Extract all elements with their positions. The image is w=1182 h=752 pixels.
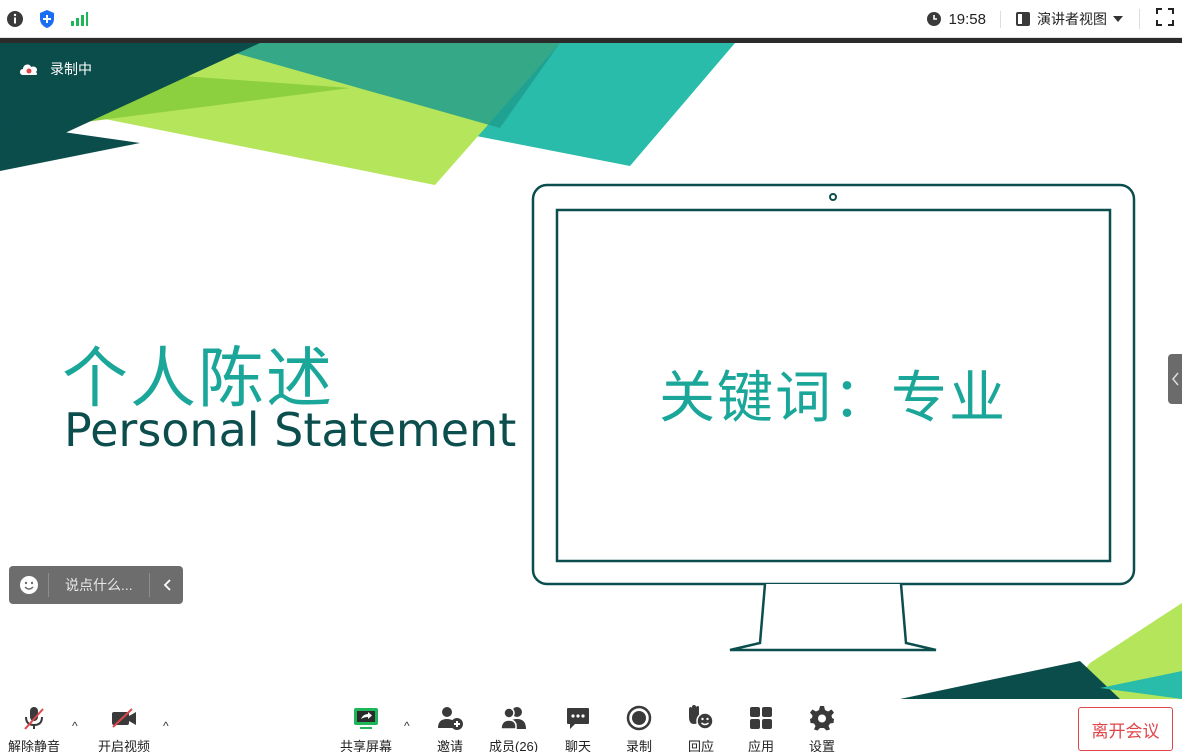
- cloud-record-icon: [20, 64, 38, 75]
- settings-button[interactable]: 设置: [809, 703, 835, 752]
- collapse-chat-button[interactable]: [149, 573, 183, 597]
- quick-chat-input[interactable]: 说点什么...: [9, 566, 183, 604]
- share-options-caret[interactable]: ^: [404, 719, 410, 733]
- chevron-left-icon: [163, 579, 171, 591]
- apps-grid-icon: [750, 707, 772, 729]
- fullscreen-icon[interactable]: [1156, 7, 1174, 31]
- info-icon[interactable]: [6, 10, 24, 33]
- top-bar-right: 19:58 演讲者视图: [926, 7, 1174, 31]
- view-mode-label: 演讲者视图: [1037, 11, 1107, 27]
- gear-icon: [810, 706, 834, 731]
- microphone-muted-icon: [24, 707, 44, 730]
- slide-title-english: Personal Statement: [64, 403, 517, 457]
- start-video-button[interactable]: 开启视频: [98, 703, 150, 752]
- members-icon: [499, 707, 526, 730]
- members-button[interactable]: 成员(26): [489, 703, 538, 752]
- recording-label: 录制中: [50, 61, 92, 77]
- members-label: 成员(26): [489, 739, 539, 752]
- clock-icon: [927, 12, 942, 26]
- share-screen-label: 共享屏幕: [340, 739, 393, 752]
- add-user-icon: [438, 707, 463, 730]
- audio-options-caret[interactable]: ^: [72, 719, 78, 733]
- raise-hand-icon: [689, 705, 714, 730]
- video-options-caret[interactable]: ^: [163, 719, 169, 733]
- layout-icon: [1016, 12, 1030, 26]
- meeting-time: 19:58: [948, 10, 986, 28]
- top-bar: 19:58 演讲者视图: [0, 0, 1182, 38]
- record-icon: [626, 705, 652, 731]
- settings-label: 设置: [809, 739, 836, 752]
- signal-strength-icon[interactable]: [70, 11, 88, 32]
- leave-meeting-button[interactable]: 离开会议: [1078, 707, 1173, 751]
- camera-off-icon: [112, 708, 136, 728]
- record-label: 录制: [626, 739, 653, 752]
- invite-button[interactable]: 邀请: [436, 703, 464, 752]
- invite-label: 邀请: [436, 739, 463, 752]
- meeting-toolbar: 解除静音 ^ 开启视频 ^ 共享屏幕 ^ 邀请 成员(26) 聊天 录制 回应 …: [0, 699, 1182, 752]
- emoji-button[interactable]: [9, 573, 49, 597]
- chat-placeholder[interactable]: 说点什么...: [49, 575, 149, 595]
- chat-button[interactable]: 聊天: [565, 703, 591, 752]
- recording-indicator: 录制中: [18, 59, 92, 79]
- reactions-label: 回应: [687, 739, 714, 752]
- chat-label: 聊天: [565, 739, 592, 752]
- meeting-timer: 19:58: [926, 10, 1001, 28]
- record-button[interactable]: 录制: [626, 703, 652, 752]
- unmute-label: 解除静音: [8, 739, 61, 752]
- slide-keyword: 关键词：专业: [659, 366, 1007, 431]
- share-screen-icon: [354, 708, 378, 729]
- view-mode-button[interactable]: 演讲者视图: [1015, 9, 1140, 29]
- share-screen-button[interactable]: 共享屏幕: [340, 703, 392, 752]
- chat-icon: [567, 708, 589, 729]
- chevron-left-icon: [1172, 372, 1179, 386]
- unmute-button[interactable]: 解除静音: [8, 703, 60, 752]
- apps-button[interactable]: 应用: [748, 703, 774, 752]
- start-video-label: 开启视频: [98, 739, 151, 752]
- chevron-down-icon: [1113, 16, 1123, 22]
- smiley-icon: [19, 576, 38, 594]
- security-shield-icon[interactable]: [38, 9, 56, 34]
- reactions-button[interactable]: 回应: [687, 703, 715, 752]
- apps-label: 应用: [748, 739, 775, 752]
- top-bar-status-icons: [6, 9, 88, 34]
- side-panel-toggle[interactable]: [1168, 354, 1182, 404]
